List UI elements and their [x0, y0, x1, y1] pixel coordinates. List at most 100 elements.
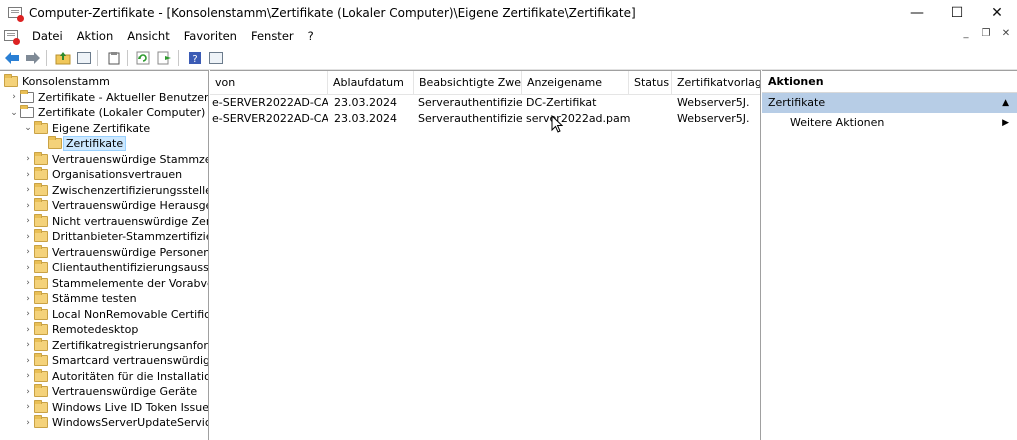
- toolbar-separator: [127, 49, 128, 66]
- expand-chevron-icon[interactable]: ›: [22, 154, 34, 164]
- clipboard-icon[interactable]: [105, 49, 123, 67]
- expand-chevron-icon[interactable]: ›: [22, 387, 34, 397]
- menu-help[interactable]: ?: [301, 29, 321, 43]
- forward-arrow-icon[interactable]: [24, 49, 42, 67]
- certificate-app-icon[interactable]: [7, 5, 24, 22]
- tree-item[interactable]: Konsolenstamm: [4, 74, 110, 90]
- tree-item[interactable]: › Remotedesktop: [22, 322, 138, 338]
- tree-item[interactable]: › Stammelemente der Vorabversion: [22, 275, 208, 292]
- actions-section-zertifikate[interactable]: Zertifikate ▲: [762, 93, 1017, 113]
- console-tree[interactable]: Konsolenstamm › Zertifikate - Aktueller Be…: [0, 70, 209, 440]
- expand-chevron-icon[interactable]: ›: [22, 170, 34, 180]
- expand-chevron-icon[interactable]: ›: [22, 325, 34, 335]
- expand-chevron-icon[interactable]: ›: [22, 232, 34, 242]
- help-icon[interactable]: ?: [186, 49, 204, 67]
- console-menu-icon[interactable]: [3, 28, 20, 45]
- tree-item[interactable]: › Vertrauenswürdige Stammzertifizi: [22, 151, 208, 168]
- table-cell: Webserver5J.: [677, 112, 750, 125]
- expand-chevron-icon[interactable]: ›: [22, 247, 34, 257]
- tree-item[interactable]: › Zwischenzertifizierungsstellen: [22, 182, 208, 199]
- collapse-triangle-icon[interactable]: ▲: [1002, 93, 1009, 113]
- minimize-button[interactable]: —: [897, 0, 937, 26]
- table-cell: 23.03.2024: [334, 96, 397, 109]
- expand-chevron-icon[interactable]: ›: [22, 309, 34, 319]
- table-cell: Webserver5J.: [677, 96, 750, 109]
- expand-chevron-icon[interactable]: ›: [22, 216, 34, 226]
- tree-item[interactable]: ⌄ Zertifikate (Lokaler Computer): [8, 105, 205, 121]
- expand-chevron-icon[interactable]: ›: [22, 356, 34, 366]
- tree-item[interactable]: › Vertrauenswürdige Herausgeber: [22, 198, 208, 214]
- tree-item[interactable]: › Smartcard vertrauenswürdige Stä: [22, 353, 208, 369]
- close-button[interactable]: ✕: [977, 0, 1017, 26]
- tree-item[interactable]: › Nicht vertrauenswürdige Zertifika: [22, 213, 208, 230]
- tree-item[interactable]: ⌄ Eigene Zertifikate: [22, 120, 151, 137]
- expand-chevron-icon[interactable]: ›: [22, 371, 34, 381]
- expand-chevron-icon[interactable]: ›: [22, 278, 34, 288]
- folder-icon: [34, 322, 48, 336]
- folder-icon: [34, 151, 48, 165]
- tree-item-label: Autoritäten für die Installation ver: [52, 369, 208, 383]
- expand-chevron-icon[interactable]: ›: [22, 294, 34, 304]
- refresh-icon[interactable]: [135, 49, 153, 67]
- tree-item-label: Eigene Zertifikate: [52, 121, 151, 135]
- tree-item[interactable]: › WindowsServerUpdateServices: [22, 415, 208, 431]
- column-zertifikatvorlage[interactable]: Zertifikatvorlage: [672, 71, 760, 95]
- back-arrow-icon[interactable]: [3, 49, 21, 67]
- tree-item[interactable]: › Stämme testen: [22, 291, 137, 307]
- mdi-minimize-button[interactable]: _: [959, 28, 973, 39]
- folder-icon: [34, 368, 48, 382]
- column-anzeigename[interactable]: Anzeigename: [522, 71, 629, 95]
- expand-chevron-icon[interactable]: ›: [22, 340, 34, 350]
- expand-chevron-icon[interactable]: ›: [22, 418, 34, 428]
- tree-item[interactable]: › Zertifikate - Aktueller Benutzer: [8, 89, 209, 106]
- tree-item-label: Windows Live ID Token Issuer: [52, 400, 209, 414]
- tree-item[interactable]: › Windows Live ID Token Issuer: [22, 399, 209, 416]
- expand-chevron-icon[interactable]: ›: [8, 92, 20, 102]
- tree-item[interactable]: › Autoritäten für die Installation ver: [22, 368, 208, 385]
- mdi-restore-button[interactable]: ❐: [979, 28, 993, 39]
- expand-chevron-icon[interactable]: ›: [22, 263, 34, 273]
- table-cell: e-SERVER2022AD-CA: [212, 112, 328, 125]
- folder-icon: [34, 337, 48, 351]
- expand-chevron-icon[interactable]: ›: [22, 185, 34, 195]
- folder-icon: [34, 229, 48, 243]
- expand-chevron-icon[interactable]: ⌄: [8, 108, 20, 118]
- tree-item[interactable]: › Clientauthentifizierungsaussteller: [22, 260, 208, 276]
- tree-item[interactable]: › Drittanbieter-Stammzertifizierung: [22, 229, 208, 245]
- tree-item-label: Zertifikate - Aktueller Benutzer: [38, 90, 209, 104]
- tree-item[interactable]: › Local NonRemovable Certificates: [22, 306, 208, 323]
- export-list-icon[interactable]: [156, 49, 174, 67]
- mdi-close-button[interactable]: ✕: [999, 28, 1013, 39]
- menu-datei[interactable]: Datei: [25, 29, 70, 43]
- up-folder-icon[interactable]: [54, 49, 72, 67]
- table-row[interactable]: e-SERVER2022AD-CA 23.03.2024 Serverauthent…: [210, 111, 760, 127]
- menu-favoriten[interactable]: Favoriten: [177, 29, 244, 43]
- folder-icon: [4, 74, 18, 88]
- tree-item[interactable]: › Vertrauenswürdige Personen: [22, 244, 208, 261]
- tree-item[interactable]: › Zertifikatregistrierungsanforderur: [22, 337, 208, 354]
- tree-item[interactable]: › Vertrauenswürdige Geräte: [22, 384, 197, 400]
- folder-icon: [34, 182, 48, 196]
- tree-item[interactable]: Zertifikate: [36, 136, 127, 152]
- column-beabsichtigte-zwecke[interactable]: Beabsichtigte Zwec...: [414, 71, 522, 95]
- show-hide-action-pane-icon[interactable]: [207, 49, 225, 67]
- show-hide-tree-icon[interactable]: [75, 49, 93, 67]
- column-status[interactable]: Status: [629, 71, 672, 95]
- action-weitere-aktionen[interactable]: Weitere Aktionen ▶: [762, 113, 1017, 133]
- table-row[interactable]: e-SERVER2022AD-CA 23.03.2024 Serverauthent…: [210, 95, 760, 111]
- menu-fenster[interactable]: Fenster: [244, 29, 301, 43]
- maximize-button[interactable]: ☐: [937, 0, 977, 26]
- tree-item-label: Zertifikate (Lokaler Computer): [38, 106, 206, 120]
- expand-chevron-icon[interactable]: ›: [22, 201, 34, 211]
- expand-chevron-icon[interactable]: ›: [22, 402, 34, 412]
- certificate-list[interactable]: von Ablaufdatum Beabsichtigte Zwec... An…: [210, 70, 761, 440]
- folder-icon: [34, 198, 48, 212]
- menu-aktion[interactable]: Aktion: [70, 29, 121, 43]
- expand-chevron-icon[interactable]: ⌄: [22, 123, 34, 133]
- tree-item-label: Konsolenstamm: [22, 75, 110, 89]
- column-ablaufdatum[interactable]: Ablaufdatum: [328, 71, 414, 95]
- menu-ansicht[interactable]: Ansicht: [120, 29, 176, 43]
- actions-header: Aktionen: [762, 71, 1017, 93]
- column-von[interactable]: von: [210, 71, 328, 95]
- tree-item[interactable]: › Organisationsvertrauen: [22, 167, 182, 183]
